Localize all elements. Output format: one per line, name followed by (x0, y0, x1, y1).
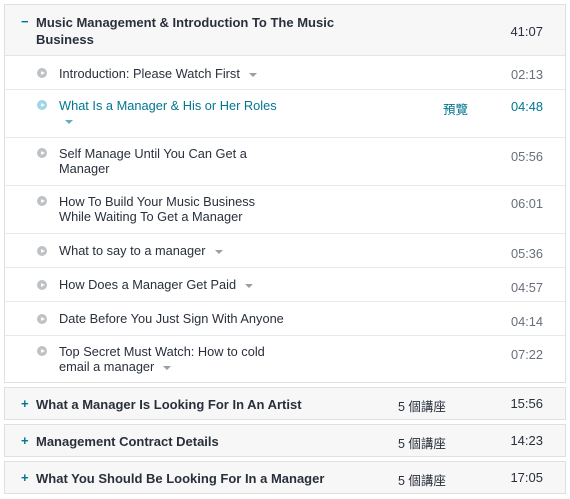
chevron-down-icon[interactable] (163, 365, 172, 370)
collapse-icon[interactable]: − (21, 14, 29, 29)
play-circle-icon (37, 314, 47, 324)
lecture-item[interactable]: Top Secret Must Watch: How to cold email… (5, 336, 565, 382)
play-circle-icon (37, 100, 47, 110)
lecture-title-link[interactable]: What Is a Manager & His or Her Roles (59, 98, 419, 128)
play-circle-icon (37, 346, 47, 356)
curriculum-accordion: − Music Management & Introduction To The… (4, 4, 566, 494)
lecture-duration: 07:22 (510, 347, 543, 362)
play-circle-icon (37, 196, 47, 206)
section-duration: 41:07 (510, 24, 543, 39)
section-panel: + Management Contract Details 5 個講座 14:2… (4, 424, 566, 457)
lecture-count: 5 個講座 (398, 437, 446, 451)
section-header[interactable]: + What a Manager Is Looking For In An Ar… (5, 388, 565, 419)
lecture-title: How Does a Manager Get Paid (59, 277, 319, 292)
section-duration: 14:23 (510, 433, 543, 448)
chevron-down-icon[interactable] (214, 249, 223, 254)
section-header[interactable]: − Music Management & Introduction To The… (5, 5, 565, 56)
expand-icon[interactable]: + (21, 396, 29, 411)
lecture-item[interactable]: Introduction: Please Watch First 02:13 (5, 56, 565, 90)
section-duration: 17:05 (510, 470, 543, 485)
lecture-title: What to say to a manager (59, 243, 319, 258)
section-header[interactable]: + What You Should Be Looking For In a Ma… (5, 462, 565, 493)
play-circle-icon (37, 280, 47, 290)
lecture-duration: 05:36 (510, 246, 543, 261)
section-duration: 15:56 (510, 396, 543, 411)
section-title: Management Contract Details (36, 434, 219, 449)
lecture-duration: 02:13 (510, 67, 543, 82)
section-title: What You Should Be Looking For In a Mana… (36, 471, 325, 486)
lecture-duration: 04:14 (510, 314, 543, 329)
lecture-duration: 06:01 (510, 196, 543, 211)
chevron-down-icon[interactable] (245, 283, 254, 288)
preview-link[interactable]: 預覽 (443, 99, 468, 118)
lecture-count: 5 個講座 (398, 474, 446, 488)
chevron-down-icon[interactable] (65, 119, 73, 124)
lecture-duration: 04:48 (510, 99, 543, 114)
play-circle-icon (37, 68, 47, 78)
section-panel: + What You Should Be Looking For In a Ma… (4, 461, 566, 494)
lecture-title: Introduction: Please Watch First (59, 66, 319, 81)
lecture-item[interactable]: How To Build Your Music Business While W… (5, 186, 565, 234)
lecture-item[interactable]: How Does a Manager Get Paid 04:57 (5, 268, 565, 302)
lecture-title: Top Secret Must Watch: How to cold email… (59, 344, 265, 374)
lecture-duration: 04:57 (510, 280, 543, 295)
lecture-list: Introduction: Please Watch First 02:13 W… (5, 56, 565, 382)
play-circle-icon (37, 246, 47, 256)
lecture-title: How To Build Your Music Business While W… (59, 194, 256, 224)
expand-icon[interactable]: + (21, 433, 29, 448)
lecture-item[interactable]: What Is a Manager & His or Her Roles 預覽 … (5, 90, 565, 138)
section-panel: + What a Manager Is Looking For In An Ar… (4, 387, 566, 420)
section-title: Music Management & Introduction To The M… (36, 15, 335, 47)
section-header[interactable]: + Management Contract Details 5 個講座 14:2… (5, 425, 565, 456)
expand-icon[interactable]: + (21, 470, 29, 485)
chevron-down-icon[interactable] (248, 72, 257, 77)
lecture-title: Self Manage Until You Can Get a Manager (59, 146, 247, 176)
section-title: What a Manager Is Looking For In An Arti… (36, 397, 302, 412)
lecture-count: 5 個講座 (398, 400, 446, 414)
lecture-title: Date Before You Just Sign With Anyone (59, 311, 284, 326)
lecture-item[interactable]: What to say to a manager 05:36 (5, 234, 565, 268)
lecture-duration: 05:56 (510, 149, 543, 164)
lecture-item[interactable]: Date Before You Just Sign With Anyone 04… (5, 302, 565, 336)
section-panel: − Music Management & Introduction To The… (4, 4, 566, 383)
play-circle-icon (37, 148, 47, 158)
lecture-item[interactable]: Self Manage Until You Can Get a Manager … (5, 138, 565, 186)
